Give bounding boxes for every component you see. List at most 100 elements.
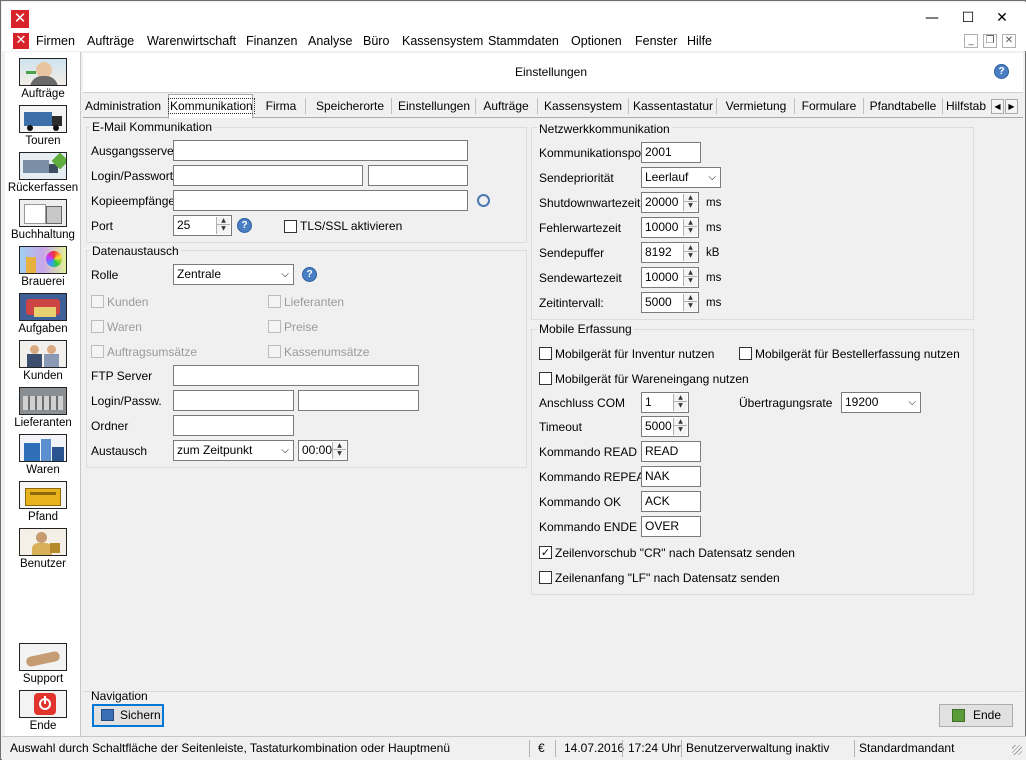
support-button[interactable]: Support	[5, 640, 81, 687]
menu-auftraege[interactable]: Aufträge	[87, 32, 134, 51]
uebertragungsrate-dropdown[interactable]: 19200 ⌵	[841, 392, 921, 413]
menu-optionen[interactable]: Optionen	[571, 32, 622, 51]
exit-button[interactable]: Ende	[5, 687, 81, 734]
kommando-repeat-input[interactable]: NAK	[641, 466, 701, 487]
spin-down-icon[interactable]: ▼	[684, 202, 697, 210]
cr-checkbox[interactable]: ✓	[539, 546, 552, 559]
spin-up-icon[interactable]: ▲	[674, 418, 687, 426]
tab-pfandtabelle[interactable]: Pfandtabelle	[867, 96, 939, 118]
save-button[interactable]: Sichern	[92, 704, 164, 727]
fehlerwartezeit-spinner[interactable]: 10000 ▲ ▼	[641, 217, 699, 238]
minimize-button[interactable]: —	[917, 7, 947, 29]
mdi-minimize-button[interactable]: _	[964, 34, 978, 48]
email-password-input[interactable]	[368, 165, 468, 186]
mdi-close-button[interactable]: ✕	[1002, 34, 1016, 48]
ftp-server-input[interactable]	[173, 365, 419, 386]
spin-up-icon[interactable]: ▲	[217, 217, 230, 225]
auftragsumsaetze-checkbox[interactable]	[91, 345, 104, 358]
app-logo-icon[interactable]: ✕	[11, 10, 29, 28]
tls-ssl-checkbox[interactable]	[284, 220, 297, 233]
port-help-icon[interactable]: ?	[237, 218, 252, 233]
resize-grip-icon[interactable]	[1012, 745, 1022, 755]
close-window-button[interactable]: ✕	[987, 7, 1017, 29]
spin-up-icon[interactable]: ▲	[684, 219, 697, 227]
tab-kommunikation[interactable]: Kommunikation	[168, 94, 255, 119]
spin-up-icon[interactable]: ▲	[684, 194, 697, 202]
tab-firma[interactable]: Firma	[260, 96, 302, 118]
kunden-checkbox[interactable]	[91, 295, 104, 308]
kommando-ende-input[interactable]: OVER	[641, 516, 701, 537]
spin-down-icon[interactable]: ▼	[217, 225, 230, 233]
sendewartezeit-spinner[interactable]: 10000 ▲ ▼	[641, 267, 699, 288]
spin-up-icon[interactable]: ▲	[674, 394, 687, 402]
sidebar-item-waren[interactable]: Waren	[5, 431, 81, 478]
inventur-checkbox[interactable]	[539, 347, 552, 360]
mdi-restore-button[interactable]: ❐	[983, 34, 997, 48]
timeout-spinner[interactable]: 5000 ▲ ▼	[641, 416, 689, 437]
spin-down-icon[interactable]: ▼	[674, 426, 687, 434]
shutdownwartezeit-spinner[interactable]: 20000 ▲ ▼	[641, 192, 699, 213]
spin-up-icon[interactable]: ▲	[333, 442, 346, 450]
spin-down-icon[interactable]: ▼	[684, 302, 697, 310]
menu-buero[interactable]: Büro	[363, 32, 389, 51]
menu-analyse[interactable]: Analyse	[308, 32, 352, 51]
ausgangsserver-input[interactable]	[173, 140, 468, 161]
menu-hilfe[interactable]: Hilfe	[687, 32, 712, 51]
ordner-input[interactable]	[173, 415, 294, 436]
spin-up-icon[interactable]: ▲	[684, 294, 697, 302]
kassenumsaetze-checkbox[interactable]	[268, 345, 281, 358]
sidebar-item-aufgaben[interactable]: Aufgaben	[5, 290, 81, 337]
sidebar-item-rueckerfassen[interactable]: Rückerfassen	[5, 149, 81, 196]
spin-down-icon[interactable]: ▼	[684, 252, 697, 260]
kommunikationsport-input[interactable]: 2001	[641, 142, 701, 163]
tab-auftraege[interactable]: Aufträge	[479, 96, 533, 118]
sidebar-item-auftraege[interactable]: Aufträge	[5, 55, 81, 102]
lf-checkbox[interactable]	[539, 571, 552, 584]
tab-vermietung[interactable]: Vermietung	[720, 96, 792, 118]
end-button[interactable]: Ende	[939, 704, 1013, 727]
tab-speicherorte[interactable]: Speicherorte	[310, 96, 390, 118]
kommando-ok-input[interactable]: ACK	[641, 491, 701, 512]
tab-scroll-right-button[interactable]: ▶	[1005, 99, 1018, 114]
kopieempfaenger-input[interactable]	[173, 190, 468, 211]
anschluss-com-spinner[interactable]: 1 ▲ ▼	[641, 392, 689, 413]
rolle-dropdown[interactable]: Zentrale ⌵	[173, 264, 294, 285]
ftp-login-input[interactable]	[173, 390, 294, 411]
sidebar-item-benutzer[interactable]: Benutzer	[5, 525, 81, 572]
zeitintervall-spinner[interactable]: 5000 ▲ ▼	[641, 292, 699, 313]
sidebar-item-brauerei[interactable]: Brauerei	[5, 243, 81, 290]
sendepuffer-spinner[interactable]: 8192 ▲ ▼	[641, 242, 699, 263]
kommando-read-input[interactable]: READ	[641, 441, 701, 462]
refresh-circle-icon[interactable]	[477, 194, 490, 207]
menu-stammdaten[interactable]: Stammdaten	[488, 32, 559, 51]
sidebar-item-buchhaltung[interactable]: Buchhaltung	[5, 196, 81, 243]
spin-up-icon[interactable]: ▲	[684, 244, 697, 252]
menu-kassensystem[interactable]: Kassensystem	[402, 32, 483, 51]
tab-scroll-left-button[interactable]: ◀	[991, 99, 1004, 114]
menu-fenster[interactable]: Fenster	[635, 32, 677, 51]
maximize-button[interactable]: ☐	[953, 7, 983, 29]
tab-kassentastatur[interactable]: Kassentastatur	[632, 96, 714, 118]
spin-down-icon[interactable]: ▼	[684, 227, 697, 235]
austausch-time-spinner[interactable]: 00:00 ▲ ▼	[298, 440, 348, 461]
tab-hilfstab[interactable]: Hilfstab	[946, 96, 990, 118]
sendeprioritaet-dropdown[interactable]: Leerlauf ⌵	[641, 167, 721, 188]
sidebar-item-lieferanten[interactable]: Lieferanten	[5, 384, 81, 431]
ftp-password-input[interactable]	[298, 390, 419, 411]
sidebar-item-pfand[interactable]: Pfand	[5, 478, 81, 525]
preise-checkbox[interactable]	[268, 320, 281, 333]
sidebar-item-touren[interactable]: Touren	[5, 102, 81, 149]
sidebar-item-kunden[interactable]: Kunden	[5, 337, 81, 384]
spin-down-icon[interactable]: ▼	[674, 402, 687, 410]
help-icon[interactable]: ?	[994, 64, 1009, 79]
email-login-input[interactable]	[173, 165, 363, 186]
tab-einstellungen[interactable]: Einstellungen	[395, 96, 473, 118]
waren-checkbox[interactable]	[91, 320, 104, 333]
spin-down-icon[interactable]: ▼	[684, 277, 697, 285]
spin-up-icon[interactable]: ▲	[684, 269, 697, 277]
bestellerfassung-checkbox[interactable]	[739, 347, 752, 360]
menu-warenwirtschaft[interactable]: Warenwirtschaft	[147, 32, 236, 51]
port-spinner[interactable]: 25 ▲ ▼	[173, 215, 232, 236]
tab-administration[interactable]: Administration	[85, 96, 161, 118]
menu-finanzen[interactable]: Finanzen	[246, 32, 297, 51]
